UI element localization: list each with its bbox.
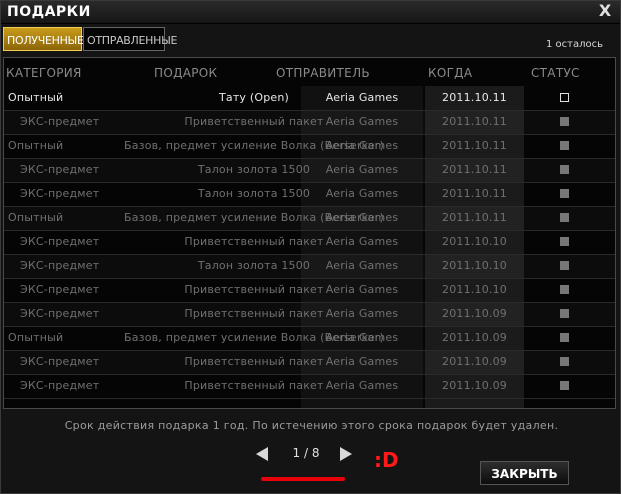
row-category: ЭКС-предмет <box>20 355 100 368</box>
tab-received[interactable]: ПОЛУЧЕННЫЕ <box>3 27 84 51</box>
prev-page-icon[interactable] <box>256 447 268 461</box>
status-claimed-icon[interactable] <box>560 357 569 366</box>
close-button[interactable]: ЗАКРЫТЬ <box>480 461 569 485</box>
red-underline-annotation <box>261 477 345 481</box>
status-claimed-icon[interactable] <box>560 189 569 198</box>
table-row[interactable]: ЭКС-предмет Приветственный пакет Aeria Gam… <box>4 231 615 255</box>
status-claimed-icon[interactable] <box>560 285 569 294</box>
header-category[interactable]: КАТЕГОРИЯ <box>6 66 82 80</box>
status-claimed-icon[interactable] <box>560 309 569 318</box>
row-date: 2011.10.10 <box>442 259 507 272</box>
table-row[interactable]: ЭКС-предмет Талон золота 1500 Aeria Games 2… <box>4 159 615 183</box>
row-sender: Aeria Games <box>325 235 399 248</box>
row-sender: Aeria Games <box>325 283 399 296</box>
status-claimed-icon[interactable] <box>560 141 569 150</box>
row-sender: Aeria Games <box>325 307 399 320</box>
next-page-icon[interactable] <box>340 447 352 461</box>
row-sender: Aeria Games <box>325 331 399 344</box>
title-bar: ПОДАРКИ X <box>1 1 620 24</box>
status-claimed-icon[interactable] <box>560 237 569 246</box>
status-claimed-icon[interactable] <box>560 213 569 222</box>
row-category: ЭКС-предмет <box>20 235 100 248</box>
row-date: 2011.10.09 <box>442 355 507 368</box>
row-category: ЭКС-предмет <box>20 187 100 200</box>
row-date: 2011.10.09 <box>442 331 507 344</box>
row-category: ЭКС-предмет <box>20 283 100 296</box>
row-date: 2011.10.10 <box>442 235 507 248</box>
table-row[interactable]: ЭКС-предмет Приветственный пакет Aeria Gam… <box>4 279 615 303</box>
row-sender: Aeria Games <box>325 139 399 152</box>
table-row[interactable]: Опытный Тату (Open) Aeria Games 2011.10.11 <box>4 87 615 111</box>
row-date: 2011.10.09 <box>442 379 507 392</box>
row-sender: Aeria Games <box>325 379 399 392</box>
header-status[interactable]: СТАТУС <box>531 66 580 80</box>
table-row[interactable]: ЭКС-предмет Талон золота 1500 Aeria Games 2… <box>4 255 615 279</box>
row-category: ЭКС-предмет <box>20 115 100 128</box>
row-sender: Aeria Games <box>325 355 399 368</box>
row-date: 2011.10.11 <box>442 211 507 224</box>
expiry-note: Срок действия подарка 1 год. По истечени… <box>64 419 559 432</box>
status-claimed-icon[interactable] <box>560 117 569 126</box>
header-gift[interactable]: ПОДАРОК <box>154 66 217 80</box>
status-claimed-icon[interactable] <box>560 165 569 174</box>
table-row[interactable]: ЭКС-предмет Приветственный пакет Aeria Gam… <box>4 111 615 135</box>
window-title: ПОДАРКИ <box>7 4 91 20</box>
pager: 1 / 8 <box>256 445 352 463</box>
row-date: 2011.10.11 <box>442 163 507 176</box>
table-header: КАТЕГОРИЯ ПОДАРОК ОТПРАВИТЕЛЬ КОГДА СТАТ… <box>4 58 615 86</box>
row-category: ЭКС-предмет <box>20 259 100 272</box>
row-category: ЭКС-предмет <box>20 163 100 176</box>
status-claimed-icon[interactable] <box>560 333 569 342</box>
row-sender: Aeria Games <box>325 211 399 224</box>
row-sender: Aeria Games <box>325 259 399 272</box>
header-sender[interactable]: ОТПРАВИТЕЛЬ <box>276 66 370 80</box>
row-category: Опытный <box>8 211 64 224</box>
row-date: 2011.10.11 <box>442 91 507 104</box>
table-row[interactable]: ЭКС-предмет Талон золота 1500 Aeria Games 2… <box>4 183 615 207</box>
row-sender: Aeria Games <box>325 187 399 200</box>
row-category: ЭКС-предмет <box>20 379 100 392</box>
page-indicator: 1 / 8 <box>292 446 320 460</box>
table-row[interactable]: Опытный Базов, предмет усиление Волка (Be… <box>4 327 615 351</box>
tab-sent[interactable]: ОТПРАВЛЕННЫЕ <box>83 27 177 51</box>
row-date: 2011.10.11 <box>442 115 507 128</box>
row-date: 2011.10.11 <box>442 139 507 152</box>
table-row[interactable]: Опытный Базов, предмет усиление Волка (Be… <box>4 207 615 231</box>
row-sender: Aeria Games <box>325 115 399 128</box>
remaining-count: 1 осталось <box>545 39 603 50</box>
table-row[interactable]: ЭКС-предмет Приветственный пакет Aeria Gam… <box>4 303 615 327</box>
close-icon[interactable]: X <box>596 2 614 20</box>
row-category: Опытный <box>8 139 64 152</box>
status-unclaimed-icon[interactable] <box>560 93 569 102</box>
status-claimed-icon[interactable] <box>560 381 569 390</box>
status-claimed-icon[interactable] <box>560 261 569 270</box>
smiley-annotation: :D <box>374 448 399 472</box>
gifts-window: ПОДАРКИ X ПОЛУЧЕННЫЕ ОТПРАВЛЕННЫЕ 1 оста… <box>0 0 621 494</box>
row-sender: Aeria Games <box>325 163 399 176</box>
row-date: 2011.10.10 <box>442 283 507 296</box>
row-category: Опытный <box>8 91 64 104</box>
row-date: 2011.10.11 <box>442 187 507 200</box>
row-category: Опытный <box>8 331 64 344</box>
row-category: ЭКС-предмет <box>20 307 100 320</box>
gift-table: КАТЕГОРИЯ ПОДАРОК ОТПРАВИТЕЛЬ КОГДА СТАТ… <box>3 57 616 409</box>
row-date: 2011.10.09 <box>442 307 507 320</box>
table-row[interactable]: ЭКС-предмет Приветственный пакет Aeria Gam… <box>4 375 615 399</box>
table-row[interactable]: Опытный Базов, предмет усиление Волка (Be… <box>4 135 615 159</box>
row-sender: Aeria Games <box>325 91 399 104</box>
header-date[interactable]: КОГДА <box>428 66 472 80</box>
table-row[interactable]: ЭКС-предмет Приветственный пакет Aeria Gam… <box>4 351 615 375</box>
